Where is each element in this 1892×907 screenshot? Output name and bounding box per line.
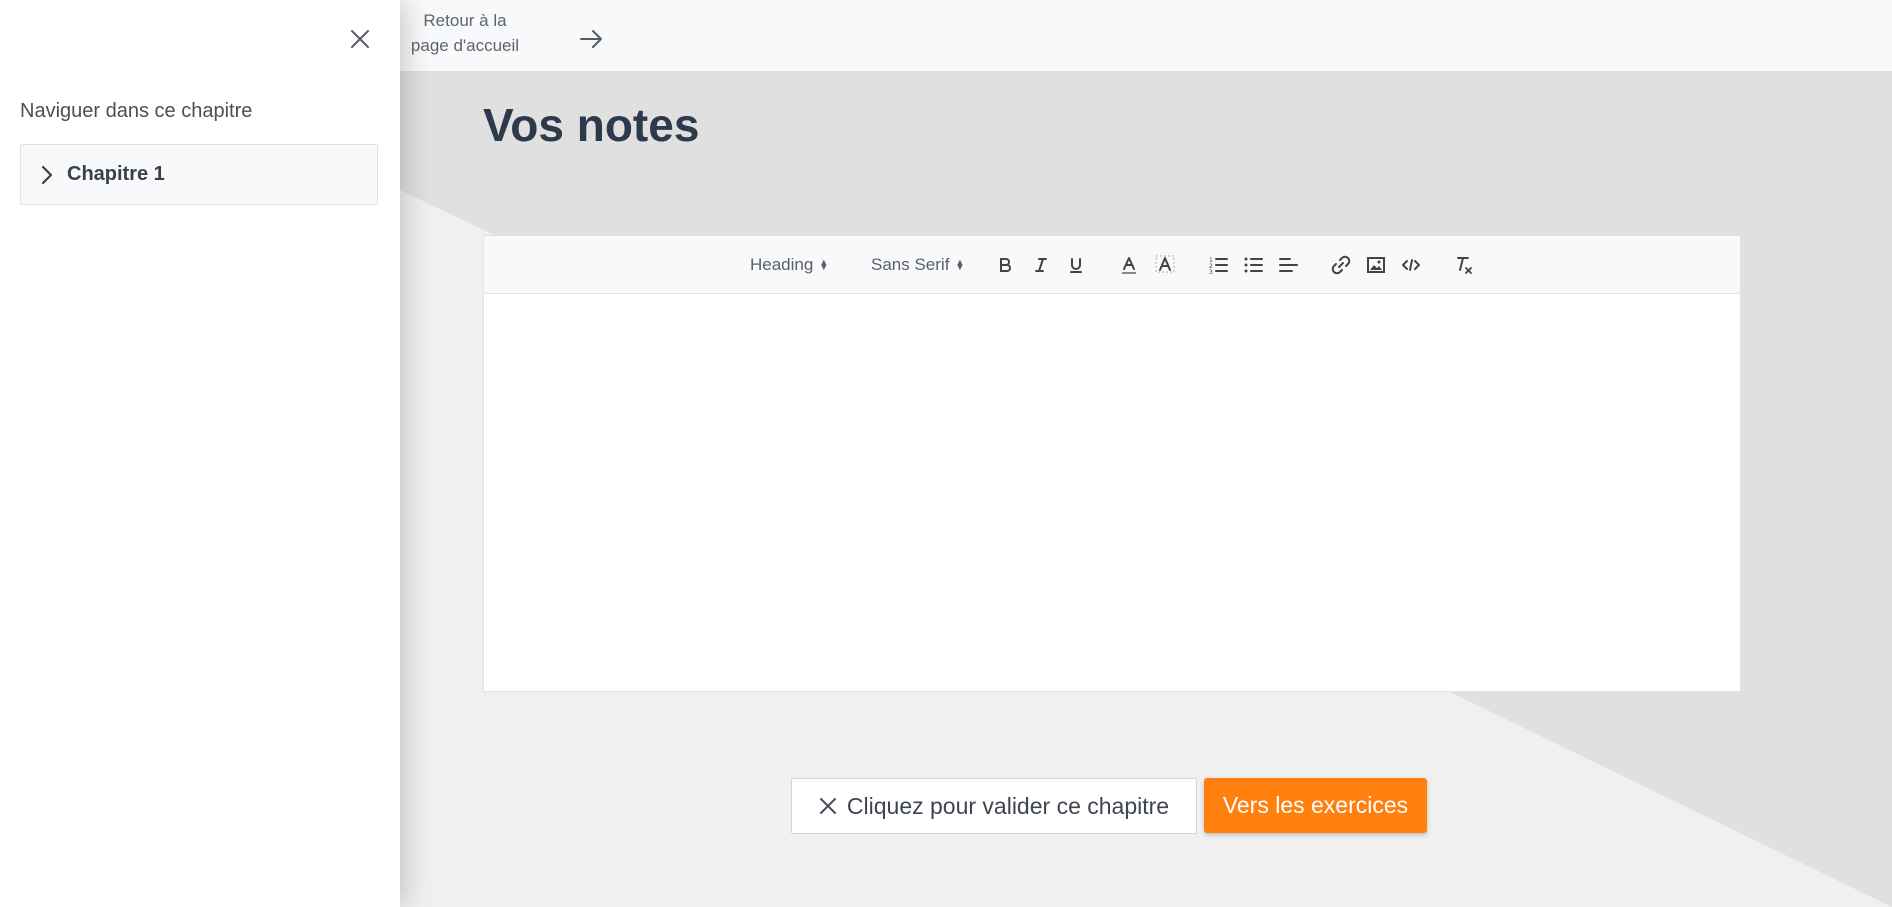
back-link-line-2: page d'accueil: [410, 36, 520, 55]
text-color-button[interactable]: [1120, 236, 1138, 293]
sidebar-item-label: Chapitre 1: [67, 163, 165, 185]
background-color-icon: [1155, 255, 1175, 272]
close-icon: [819, 797, 837, 815]
clear-format-icon: [1457, 256, 1472, 274]
align-button[interactable]: [1278, 236, 1298, 293]
back-link-line-1: Retour à la: [423, 11, 507, 30]
select-caret-icon: ▲ ▼: [819, 256, 829, 272]
align-icon: [1279, 257, 1298, 272]
underline-icon: [1070, 257, 1082, 273]
bullet-list-button[interactable]: [1243, 236, 1263, 293]
top-bar: Retour à la page d'accueil: [400, 0, 1892, 71]
chapter-sidebar: Naviguer dans ce chapitre Chapitre 1: [0, 0, 400, 907]
sidebar-title: Naviguer dans ce chapitre: [20, 100, 253, 122]
ordered-list-button[interactable]: 123: [1208, 236, 1228, 293]
close-sidebar-button[interactable]: [346, 25, 374, 53]
ordered-list-icon: 123: [1209, 257, 1228, 274]
notes-editor: Heading ▲ ▼ Sans Serif ▲ ▼ 1 2 3: [483, 235, 1741, 692]
clear-format-button[interactable]: [1454, 236, 1474, 293]
link-icon: [1331, 255, 1351, 274]
go-to-exercises-label: Vers les exercices: [1222, 792, 1409, 818]
bold-icon: [1000, 257, 1011, 272]
link-button[interactable]: [1331, 236, 1351, 293]
svg-text:3: 3: [1209, 269, 1213, 274]
validate-chapter-label: Cliquez pour valider ce chapitre: [846, 792, 1170, 819]
image-icon: [1367, 256, 1385, 273]
arrow-right-icon[interactable]: [578, 26, 604, 52]
go-to-exercises-button[interactable]: Vers les exercices: [1204, 778, 1427, 833]
bullet-list-icon: [1244, 257, 1263, 272]
font-select-value: Sans Serif: [871, 254, 950, 274]
underline-button[interactable]: [1067, 236, 1085, 293]
heading-select-value: Heading: [750, 254, 814, 274]
back-to-home-link[interactable]: Retour à la page d'accueil: [410, 8, 520, 58]
background-color-button[interactable]: [1155, 236, 1175, 293]
close-icon: [351, 30, 369, 48]
editor-toolbar: Heading ▲ ▼ Sans Serif ▲ ▼ 1 2 3: [484, 236, 1740, 294]
text-color-icon: [1122, 256, 1136, 274]
code-button[interactable]: [1401, 236, 1421, 293]
bold-button[interactable]: [996, 236, 1014, 293]
italic-button[interactable]: [1032, 236, 1050, 293]
chevron-right-icon: [41, 165, 53, 185]
italic-icon: [1035, 257, 1047, 272]
editor-text-area[interactable]: [484, 294, 1740, 691]
code-icon: [1402, 258, 1420, 271]
main-content: Retour à la page d'accueil Vos notes Hea…: [400, 0, 1892, 907]
font-select[interactable]: Sans Serif ▲ ▼: [871, 236, 964, 293]
select-caret-icon: ▲ ▼: [955, 256, 965, 272]
page-title: Vos notes: [483, 99, 700, 151]
sidebar-item-chapitre-1[interactable]: Chapitre 1: [20, 144, 378, 205]
validate-chapter-button[interactable]: Cliquez pour valider ce chapitre: [791, 778, 1197, 834]
heading-select[interactable]: Heading ▲ ▼: [750, 236, 828, 293]
image-button[interactable]: [1366, 236, 1386, 293]
